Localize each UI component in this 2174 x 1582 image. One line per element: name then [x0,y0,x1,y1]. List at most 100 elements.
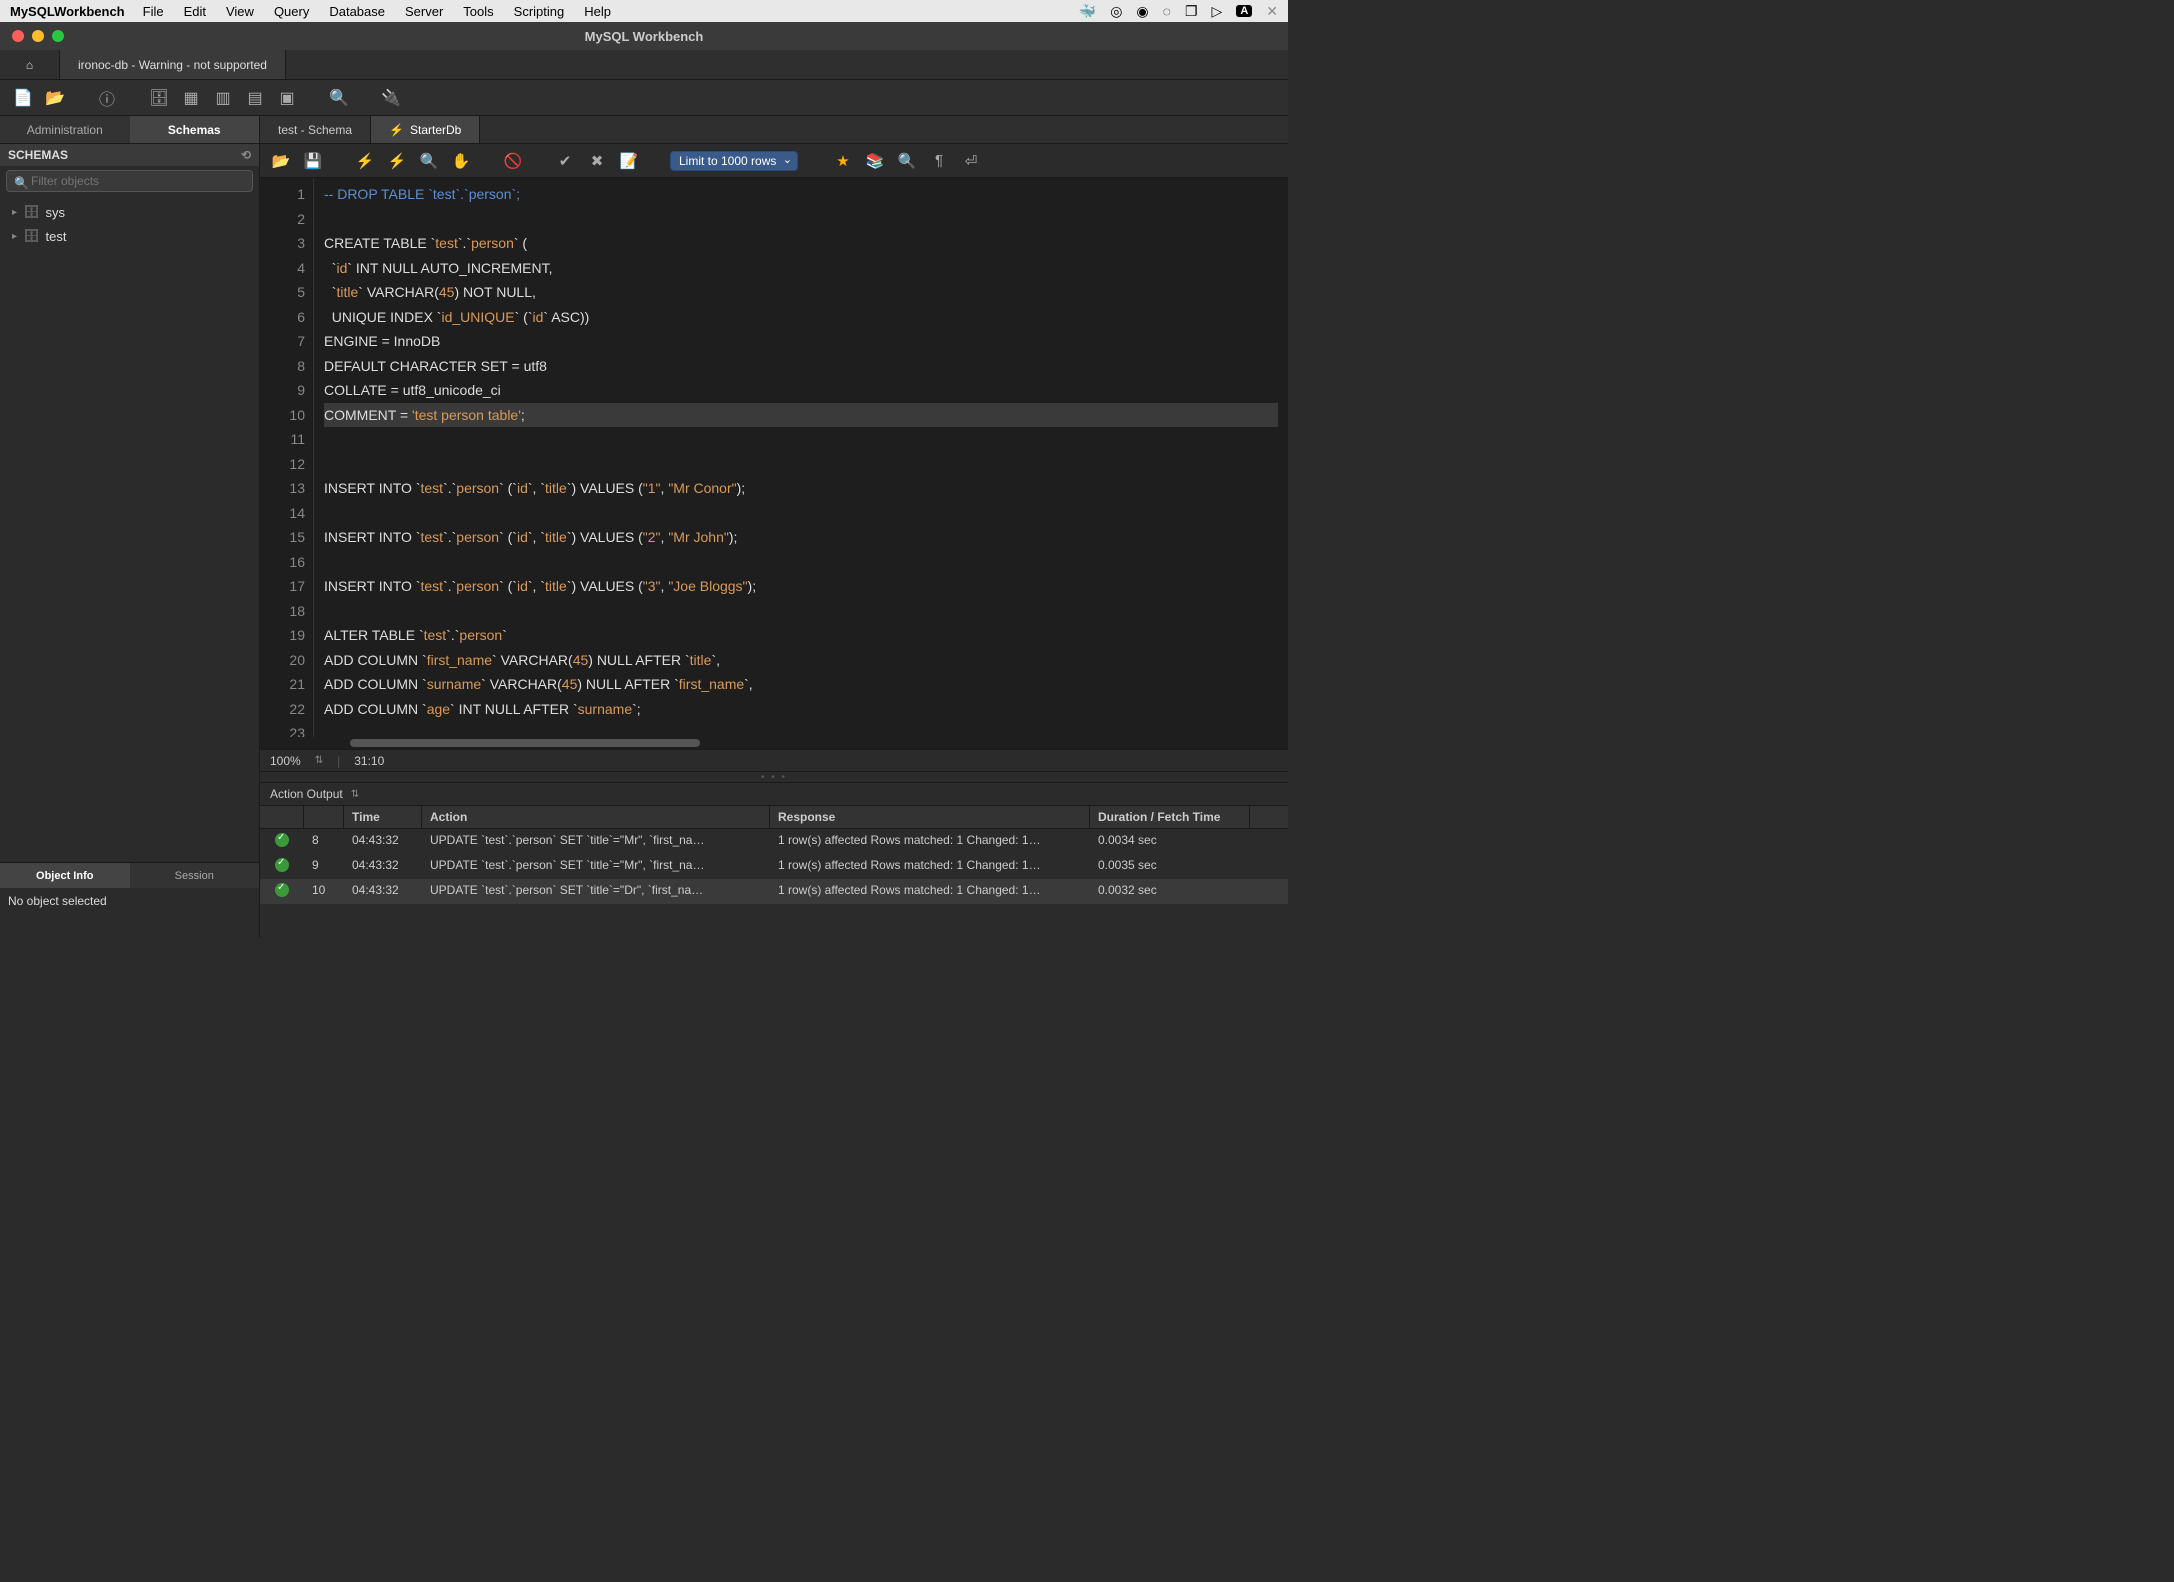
toggle-autocommit-button[interactable]: 🚫 [502,150,524,172]
create-procedure-button[interactable]: ▤ [242,85,268,111]
editor-tab-starterdb[interactable]: ⚡ StarterDb [371,116,480,143]
sidebar-bottom-tabs: Object Info Session [0,862,259,888]
menu-database[interactable]: Database [329,4,385,19]
schema-item-sys[interactable]: ▸ 🗄 sys [8,200,251,224]
menu-scripting[interactable]: Scripting [514,4,565,19]
beautify-button[interactable]: ★ [832,150,854,172]
status-icon-4[interactable]: ❐ [1185,3,1198,20]
new-sql-tab-button[interactable]: 📄 [10,85,36,111]
open-file-button[interactable]: 📂 [270,150,292,172]
connection-tab-active[interactable]: ironoc-db - Warning - not supported [60,50,286,79]
menu-view[interactable]: View [226,4,254,19]
minimize-window-button[interactable] [32,30,44,42]
col-duration[interactable]: Duration / Fetch Time [1090,806,1250,828]
execute-current-button[interactable]: ⚡ [386,150,408,172]
create-table-button[interactable]: ▦ [178,85,204,111]
window-titlebar: MySQL Workbench [0,22,1288,50]
code-content[interactable]: -- DROP TABLE `test`.`person`; CREATE TA… [314,178,1288,737]
status-icon-3[interactable]: ◌ [1163,3,1171,19]
menu-edit[interactable]: Edit [184,4,206,19]
menu-help[interactable]: Help [584,4,611,19]
output-title[interactable]: Action Output [270,787,343,801]
output-table-header: Time Action Response Duration / Fetch Ti… [260,805,1288,829]
wrap-button[interactable]: ⏎ [960,150,982,172]
explain-button[interactable]: 🔍 [418,150,440,172]
schema-tree: ▸ 🗄 sys ▸ 🗄 test [0,196,259,862]
input-source-icon[interactable]: A [1236,5,1252,17]
window-title: MySQL Workbench [585,29,704,44]
commit-button[interactable]: ✔ [554,150,576,172]
output-header: Action Output ⇅ [260,783,1288,805]
output-row[interactable]: 1004:43:32UPDATE `test`.`person` SET `ti… [260,879,1288,904]
col-time[interactable]: Time [344,806,422,828]
save-file-button[interactable]: 💾 [302,150,324,172]
editor-area: test - Schema ⚡ StarterDb 📂 💾 ⚡ ⚡ 🔍 ✋ 🚫 … [260,116,1288,938]
invisible-chars-button[interactable]: ¶ [928,150,950,172]
line-gutter: 1234567891011121314151617181920212223 [260,178,314,737]
main-layout: Administration Schemas SCHEMAS ⟲ 🔍 ▸ 🗄 s… [0,116,1288,938]
output-row[interactable]: 904:43:32UPDATE `test`.`person` SET `tit… [260,854,1288,879]
macos-menubar: MySQLWorkbench File Edit View Query Data… [0,0,1288,22]
editor-tab-label: StarterDb [410,123,461,137]
menu-query[interactable]: Query [274,4,309,19]
toggle-whitespace-button[interactable]: 📝 [618,150,640,172]
col-action[interactable]: Action [422,806,770,828]
editor-tabs: test - Schema ⚡ StarterDb [260,116,1288,144]
main-toolbar: 📄 📂 ⓘ 🗄 ▦ ▥ ▤ ▣ 🔍 🔌 [0,80,1288,116]
find-button[interactable]: 📚 [864,150,886,172]
execute-button[interactable]: ⚡ [354,150,376,172]
refresh-icon[interactable]: ⟲ [241,148,251,162]
zoom-stepper-icon[interactable]: ⇅ [315,755,323,766]
output-row[interactable]: 804:43:32UPDATE `test`.`person` SET `tit… [260,829,1288,854]
zoom-level[interactable]: 100% [270,754,301,768]
traffic-lights [0,30,64,42]
action-output-panel: Action Output ⇅ Time Action Response Dur… [260,783,1288,938]
connection-tab-label: ironoc-db - Warning - not supported [78,58,267,72]
search-button[interactable]: 🔍 [896,150,918,172]
home-tab[interactable]: ⌂ [0,50,60,79]
tab-administration[interactable]: Administration [0,116,130,143]
tab-object-info[interactable]: Object Info [0,863,130,888]
schema-label: test [46,229,67,244]
menu-server[interactable]: Server [405,4,443,19]
status-icon-6[interactable]: ✕ [1266,3,1278,20]
no-object-label: No object selected [8,894,107,908]
menu-file[interactable]: File [143,4,164,19]
tab-session[interactable]: Session [130,863,260,888]
maximize-window-button[interactable] [52,30,64,42]
limit-rows-select[interactable]: Limit to 1000 rows [670,151,798,171]
open-sql-file-button[interactable]: 📂 [42,85,68,111]
docker-icon[interactable]: 🐳 [1079,3,1096,20]
tab-schemas[interactable]: Schemas [130,116,260,143]
chevron-updown-icon[interactable]: ⇅ [351,789,359,800]
status-icon-2[interactable]: ◉ [1136,3,1148,20]
editor-tab-label: test - Schema [278,123,352,137]
search-table-button[interactable]: 🔍 [326,85,352,111]
filter-objects-input[interactable] [6,170,253,192]
reconnect-button[interactable]: 🔌 [378,85,404,111]
home-icon: ⌂ [26,58,33,72]
horizontal-splitter[interactable]: • • • [260,771,1288,783]
code-editor[interactable]: 1234567891011121314151617181920212223 --… [260,178,1288,737]
horizontal-scrollbar[interactable] [260,737,1288,749]
col-response[interactable]: Response [770,806,1090,828]
status-icon-5[interactable]: ▷ [1212,3,1223,20]
inspector-button[interactable]: ⓘ [94,85,120,111]
database-icon: 🗄 [23,204,40,220]
schemas-header-label: SCHEMAS [8,148,68,162]
editor-toolbar: 📂 💾 ⚡ ⚡ 🔍 ✋ 🚫 ✔ ✖ 📝 Limit to 1000 rows ★… [260,144,1288,178]
menu-tools[interactable]: Tools [463,4,493,19]
create-schema-button[interactable]: 🗄 [146,85,172,111]
close-window-button[interactable] [12,30,24,42]
rollback-button[interactable]: ✖ [586,150,608,172]
stop-button[interactable]: ✋ [450,150,472,172]
editor-tab-schema[interactable]: test - Schema [260,116,371,143]
scrollbar-thumb[interactable] [350,739,700,747]
schema-item-test[interactable]: ▸ 🗄 test [8,224,251,248]
col-index [304,806,344,828]
status-icon-1[interactable]: ◎ [1110,3,1122,20]
create-function-button[interactable]: ▣ [274,85,300,111]
create-view-button[interactable]: ▥ [210,85,236,111]
database-icon: 🗄 [23,228,40,244]
success-icon [275,858,289,872]
